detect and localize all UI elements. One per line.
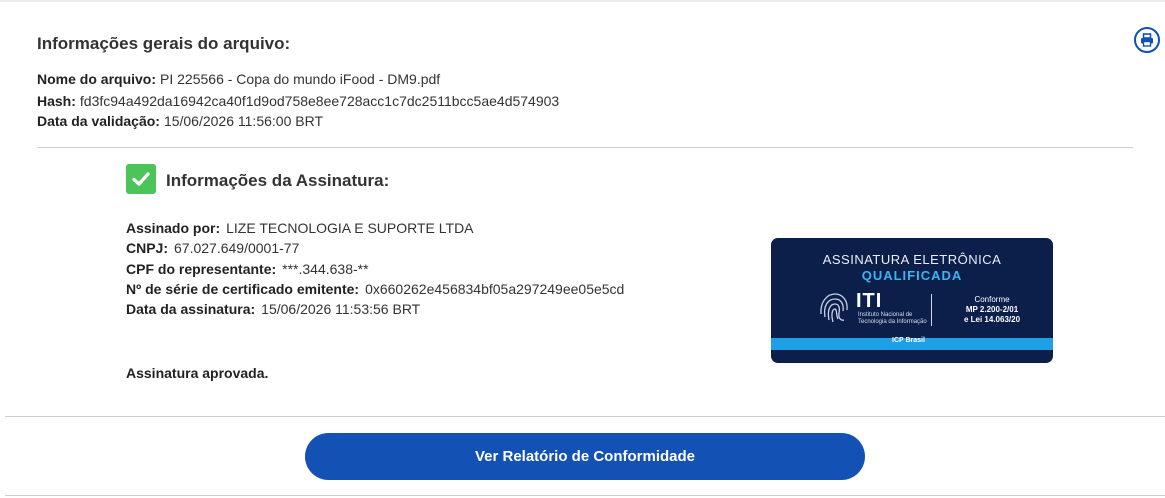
signed-by-value: LIZE TECNOLOGIA E SUPORTE LTDA xyxy=(226,220,474,236)
hash-label: Hash: xyxy=(37,93,76,109)
file-name-label: Nome do arquivo: xyxy=(37,71,157,87)
signed-by-row: Assinado por: LIZE TECNOLOGIA E SUPORTE L… xyxy=(126,220,474,236)
certificate-serial-label: Nº de série de certificado emitente: xyxy=(126,281,360,297)
signature-valid-indicator xyxy=(126,164,156,194)
print-button[interactable] xyxy=(1134,27,1160,53)
cnpj-value: 67.027.649/0001-77 xyxy=(174,240,300,256)
hash-row: Hash: fd3fc94a492da16942ca40f1d9od758e8ee… xyxy=(37,93,559,109)
file-name-row: Nome do arquivo: PI 225566 - Copa do mund… xyxy=(37,71,440,87)
signature-date-row: Data da assinatura: 15/06/2026 11:53:56 B… xyxy=(126,301,420,317)
signed-by-label: Assinado por: xyxy=(126,220,221,236)
cnpj-row: CNPJ: 67.027.649/0001-77 xyxy=(126,240,299,256)
seal-compliance-text: Conforme MP 2.200-2/01 e Lei 14.063/20 xyxy=(963,295,1021,324)
icp-brasil-logo: ICP Brasil xyxy=(892,337,925,344)
hash-value: fd3fc94a492da16942ca40f1d9od758e8ee728ac… xyxy=(79,93,560,109)
footer-divider-bottom xyxy=(5,495,1165,496)
validation-date-value: 15/06/2026 11:56:00 BRT xyxy=(163,113,323,129)
certificate-serial-value: 0x660262e456834bf05a297249ee05e5cd xyxy=(365,281,625,297)
cpf-label: CPF do representante: xyxy=(126,261,277,277)
seal-line-2: QUALIFICADA xyxy=(861,268,963,283)
file-name-value: PI 225566 - Copa do mundo iFood - DM9.pd… xyxy=(160,71,441,87)
compliance-report-button[interactable]: Ver Relatório de Conformidade xyxy=(305,433,865,480)
validation-date-label: Data da validação: xyxy=(37,113,160,129)
top-divider xyxy=(0,0,1165,2)
fingerprint-icon xyxy=(820,293,848,323)
file-info-title: Informações gerais do arquivo: xyxy=(37,34,291,53)
printer-icon xyxy=(1141,33,1153,47)
qualified-signature-seal: ASSINATURA ELETRÔNICA QUALIFICADA ITI In… xyxy=(771,238,1053,363)
signature-date-value: 15/06/2026 11:53:56 BRT xyxy=(261,301,421,317)
cpf-value: ***.344.638-** xyxy=(282,261,369,277)
cpf-row: CPF do representante: ***.344.638-** xyxy=(126,261,369,277)
checkmark-icon xyxy=(132,172,150,186)
signature-info-title: Informações da Assinatura: xyxy=(166,171,390,190)
validation-date-row: Data da validação: 15/06/2026 11:56:00 BR… xyxy=(37,113,323,129)
seal-line-1: ASSINATURA ELETRÔNICA xyxy=(822,252,1002,267)
iti-logo-text: ITI xyxy=(856,290,883,312)
signature-date-label: Data da assinatura: xyxy=(126,301,256,317)
cnpj-label: CNPJ: xyxy=(126,240,169,256)
footer-divider-top xyxy=(5,416,1165,417)
certificate-serial-row: Nº de série de certificado emitente: 0x66… xyxy=(126,281,624,297)
section-divider xyxy=(37,147,1133,148)
iti-subtitle: Instituto Nacional de Tecnologia da Info… xyxy=(858,312,927,325)
signature-status: Assinatura aprovada. xyxy=(126,365,269,381)
